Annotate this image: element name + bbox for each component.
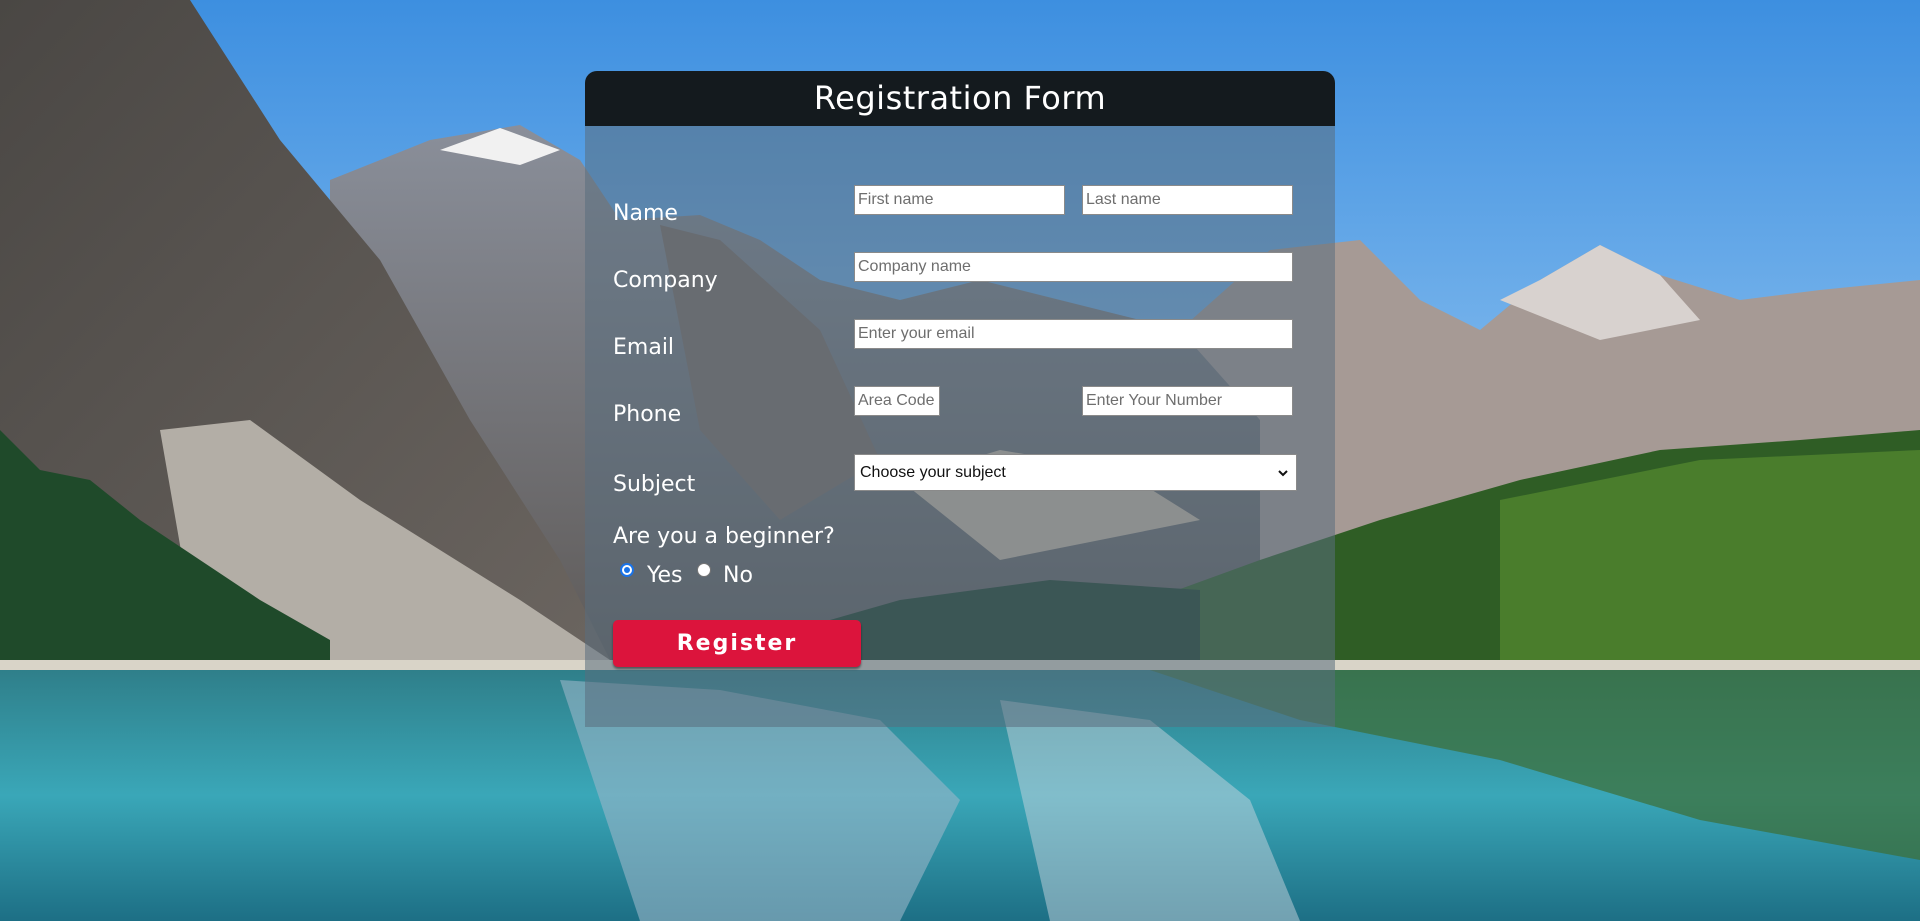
phone-number-input[interactable] [1082, 386, 1293, 416]
company-input[interactable] [854, 252, 1293, 282]
last-name-input[interactable] [1082, 185, 1293, 215]
company-label: Company [613, 268, 718, 293]
no-radio[interactable] [697, 563, 711, 577]
email-input[interactable] [854, 319, 1293, 349]
beginner-question: Are you a beginner? [613, 524, 835, 549]
name-label: Name [613, 201, 678, 226]
register-button[interactable]: Register [613, 620, 861, 667]
first-name-input[interactable] [854, 185, 1065, 215]
subject-select[interactable]: Choose your subject [854, 454, 1297, 491]
subject-label: Subject [613, 472, 696, 497]
yes-radio[interactable] [620, 563, 634, 577]
no-label: No [723, 563, 753, 588]
form-title: Registration Form [585, 71, 1335, 126]
yes-label: Yes [647, 563, 683, 588]
page: Registration Form Name Company Email Pho… [0, 0, 1920, 921]
subject-selected-value: Choose your subject [860, 464, 1006, 481]
phone-label: Phone [613, 402, 682, 427]
registration-form: Registration Form Name Company Email Pho… [585, 71, 1335, 727]
area-code-input[interactable] [854, 386, 940, 416]
email-label: Email [613, 335, 675, 360]
